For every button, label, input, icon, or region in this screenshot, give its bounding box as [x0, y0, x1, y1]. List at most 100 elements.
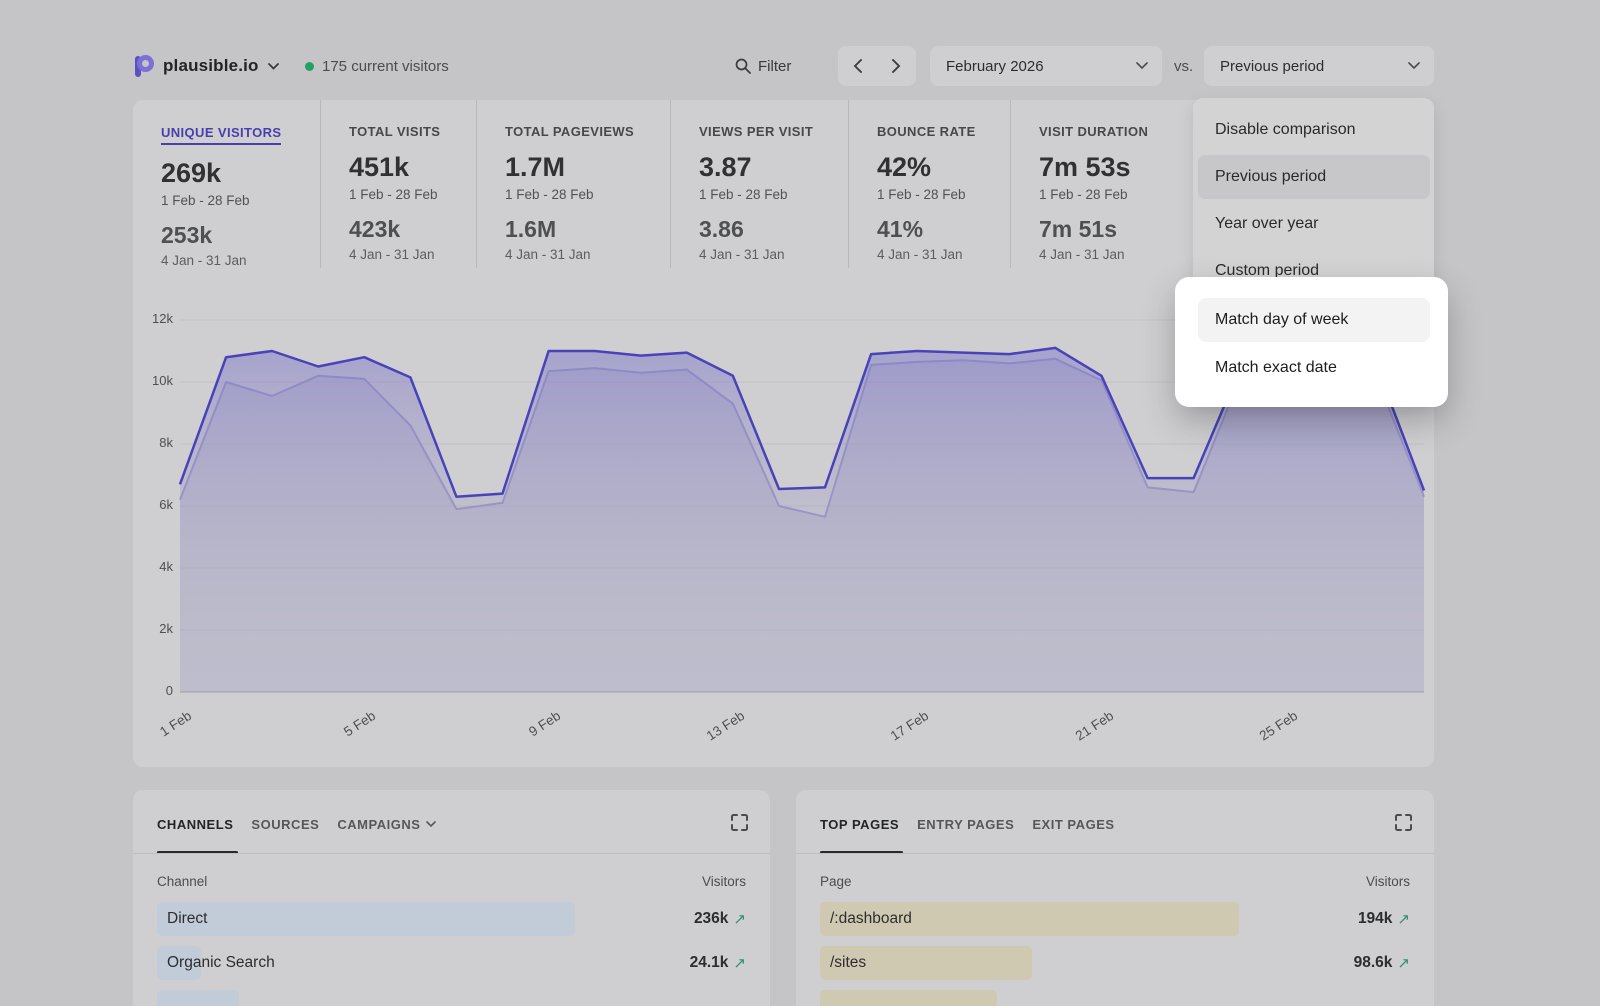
search-icon [735, 58, 751, 74]
stat-period: 1 Feb - 28 Feb [349, 187, 476, 202]
pages-tabs: TOP PAGES ENTRY PAGES EXIT PAGES [820, 817, 1115, 832]
stat-visit-duration[interactable]: VISIT DURATION 7m 53s 1 Feb - 28 Feb 7m … [1010, 100, 1190, 268]
trend-up-icon: ↗ [1397, 910, 1410, 928]
filter-button[interactable]: Filter [735, 46, 791, 86]
current-visitors-label: 175 current visitors [322, 58, 449, 75]
tab-campaigns-label: CAMPAIGNS [337, 817, 420, 832]
stat-bounce-rate[interactable]: BOUNCE RATE 42% 1 Feb - 28 Feb 41% 4 Jan… [848, 100, 1010, 268]
plausible-logo-icon [133, 54, 154, 78]
chevron-down-icon [268, 63, 279, 70]
x-tick-label: 25 Feb [1238, 708, 1300, 755]
site-selector[interactable]: plausible.io [133, 46, 279, 86]
row-bar [157, 990, 239, 1006]
tab-campaigns[interactable]: CAMPAIGNS [337, 817, 435, 832]
y-tick-label: 4k [133, 559, 173, 574]
row-value: 24.1k [690, 954, 729, 972]
table-row[interactable]: /:dashboard 194k ↗ [820, 902, 1410, 936]
expand-icon[interactable] [731, 814, 748, 831]
date-range-selector[interactable]: February 2026 [930, 46, 1162, 86]
stat-total-visits[interactable]: TOTAL VISITS 451k 1 Feb - 28 Feb 423k 4 … [320, 100, 476, 268]
stat-prev-value: 253k [161, 222, 320, 249]
row-label[interactable]: Organic Search [167, 954, 275, 972]
x-tick-label: 21 Feb [1054, 708, 1116, 755]
comparison-label: Previous period [1220, 58, 1324, 75]
stat-prev-value: 1.6M [505, 216, 670, 243]
stat-label: TOTAL PAGEVIEWS [505, 124, 670, 139]
row-value: 236k [694, 910, 728, 928]
y-tick-label: 10k [133, 373, 173, 388]
stat-label: UNIQUE VISITORS [161, 125, 281, 145]
row-value: 194k [1358, 910, 1392, 928]
trend-up-icon: ↗ [1397, 954, 1410, 972]
x-tick-label: 13 Feb [685, 708, 747, 755]
tab-entry-pages[interactable]: ENTRY PAGES [917, 817, 1014, 832]
stat-total-pageviews[interactable]: TOTAL PAGEVIEWS 1.7M 1 Feb - 28 Feb 1.6M… [476, 100, 670, 268]
table-row[interactable]: /sites 98.6k↗ [820, 946, 1410, 980]
row-bar [157, 902, 575, 936]
top-bar: plausible.io 175 current visitors Filter… [133, 46, 1434, 86]
plausible-dashboard: plausible.io 175 current visitors Filter… [0, 0, 1600, 1006]
date-range-label: February 2026 [946, 58, 1044, 75]
tab-sources[interactable]: SOURCES [251, 817, 319, 832]
row-label[interactable]: /:dashboard [830, 910, 912, 928]
stat-period: 1 Feb - 28 Feb [877, 187, 1010, 202]
row-bar [820, 990, 997, 1006]
column-header-channel: Channel [157, 874, 207, 889]
x-tick-label: 5 Feb [317, 708, 379, 755]
chevron-down-icon [1136, 62, 1148, 70]
table-row[interactable]: Organic Search 24.1k↗ [157, 946, 746, 980]
x-tick-label: 1 Feb [132, 708, 194, 755]
vs-label: vs. [1174, 46, 1193, 86]
y-tick-label: 12k [133, 311, 173, 326]
stat-unique-visitors[interactable]: UNIQUE VISITORS 269k 1 Feb - 28 Feb 253k… [133, 100, 320, 268]
stat-prev-period: 4 Jan - 31 Jan [161, 253, 320, 268]
table-row-partial [157, 990, 746, 1006]
stat-period: 1 Feb - 28 Feb [505, 187, 670, 202]
tab-top-pages[interactable]: TOP PAGES [820, 817, 899, 832]
tab-channels[interactable]: CHANNELS [157, 817, 233, 832]
y-tick-label: 6k [133, 497, 173, 512]
stat-prev-value: 41% [877, 216, 1010, 243]
stat-value: 3.87 [699, 152, 848, 183]
column-header-page: Page [820, 874, 852, 889]
x-tick-label: 17 Feb [870, 708, 932, 755]
x-tick-label: 9 Feb [501, 708, 563, 755]
table-row[interactable]: Direct 236k ↗ [157, 902, 746, 936]
y-tick-label: 2k [133, 621, 173, 636]
row-label[interactable]: Direct [167, 910, 207, 928]
stat-prev-period: 4 Jan - 31 Jan [877, 247, 1010, 262]
menu-item-previous-period[interactable]: Previous period [1198, 155, 1430, 199]
row-label[interactable]: /sites [830, 954, 866, 972]
stat-prev-value: 3.86 [699, 216, 848, 243]
chevron-right-icon[interactable] [892, 59, 901, 73]
channels-tabs: CHANNELS SOURCES CAMPAIGNS [157, 817, 436, 832]
chevron-left-icon[interactable] [853, 59, 862, 73]
menu-item-match-day-of-week[interactable]: Match day of week [1198, 298, 1430, 342]
chevron-down-icon [1408, 62, 1420, 70]
stat-prev-period: 4 Jan - 31 Jan [699, 247, 848, 262]
stat-prev-value: 7m 51s [1039, 216, 1190, 243]
menu-item-disable-comparison[interactable]: Disable comparison [1198, 108, 1430, 152]
stat-value: 7m 53s [1039, 152, 1190, 183]
current-visitors[interactable]: 175 current visitors [305, 46, 449, 86]
tab-exit-pages[interactable]: EXIT PAGES [1032, 817, 1114, 832]
stat-label: TOTAL VISITS [349, 124, 476, 139]
stat-prev-value: 423k [349, 216, 476, 243]
menu-item-match-exact-date[interactable]: Match exact date [1198, 346, 1430, 390]
stat-views-per-visit[interactable]: VIEWS PER VISIT 3.87 1 Feb - 28 Feb 3.86… [670, 100, 848, 268]
y-tick-label: 8k [133, 435, 173, 450]
stat-value: 1.7M [505, 152, 670, 183]
spotlight-popup: Match day of week Match exact date [1175, 277, 1448, 407]
stat-period: 1 Feb - 28 Feb [699, 187, 848, 202]
menu-item-year-over-year[interactable]: Year over year [1198, 202, 1430, 246]
divider [796, 853, 1434, 854]
comparison-selector[interactable]: Previous period [1204, 46, 1434, 86]
channels-panel: CHANNELS SOURCES CAMPAIGNS Channel Visit… [133, 790, 770, 1006]
site-name: plausible.io [163, 56, 259, 76]
stat-prev-period: 4 Jan - 31 Jan [1039, 247, 1190, 262]
expand-icon[interactable] [1395, 814, 1412, 831]
date-nav [838, 46, 916, 86]
trend-up-icon: ↗ [733, 910, 746, 928]
stat-period: 1 Feb - 28 Feb [161, 193, 320, 208]
stat-label: BOUNCE RATE [877, 124, 1010, 139]
